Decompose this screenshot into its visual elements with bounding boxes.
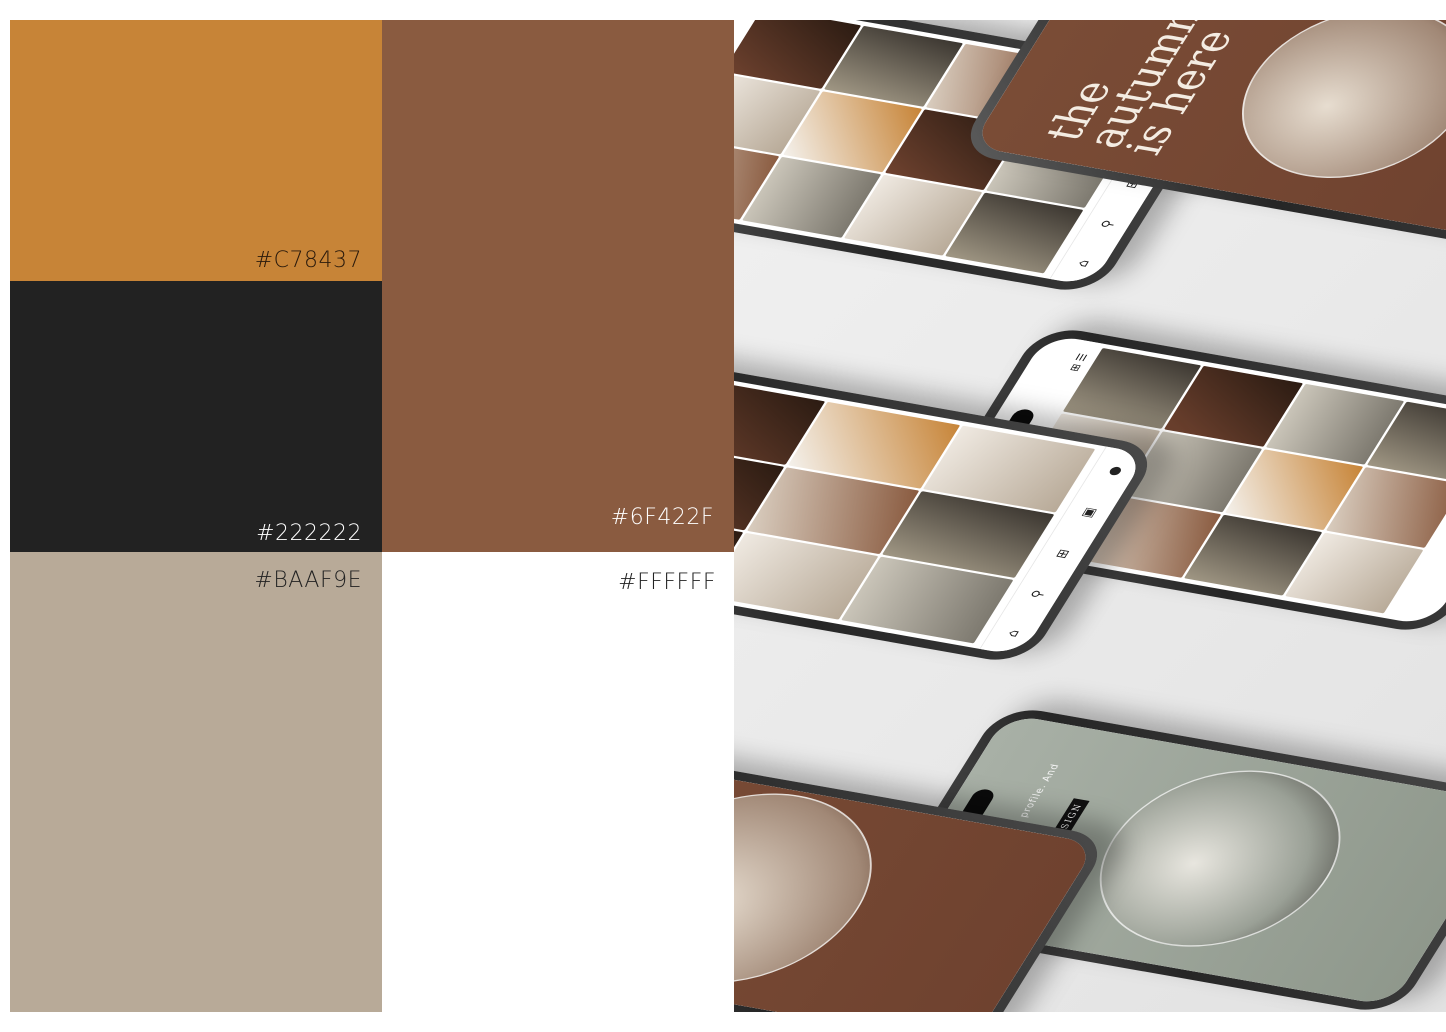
reel-circle-photo xyxy=(734,775,916,1002)
phone-mockups: ⌂ ⚲ ⊞ ▣ ● the autumn is here xyxy=(734,20,1446,1012)
swatch-beige: #BAAF9E xyxy=(10,552,382,1012)
home-icon[interactable]: ⌂ xyxy=(1073,259,1093,268)
home-icon[interactable]: ⌂ xyxy=(1003,629,1023,638)
avatar[interactable]: ● xyxy=(1103,465,1125,477)
swatch-brown: #6F422F xyxy=(382,20,734,552)
story-circle-photo xyxy=(1058,753,1382,964)
swatch-black: #222222 xyxy=(10,281,382,552)
search-icon[interactable]: ⚲ xyxy=(1027,589,1048,600)
swatch-code: #6F422F xyxy=(610,505,714,530)
add-icon[interactable]: ⊞ xyxy=(1052,548,1073,560)
swatch-orange: #C78437 xyxy=(10,20,382,281)
swatch-code: #C78437 xyxy=(254,248,362,273)
story-headline: the autumn is here xyxy=(1034,20,1245,159)
story-circle-photo xyxy=(1202,20,1446,195)
menu-icon[interactable]: ⊞ ☰ xyxy=(1067,352,1090,372)
swatch-white: #FFFFFF xyxy=(382,552,734,1012)
swatch-code: #222222 xyxy=(256,521,362,546)
reels-icon[interactable]: ▣ xyxy=(1077,506,1099,519)
search-icon[interactable]: ⚲ xyxy=(1097,219,1118,230)
color-palette: #C78437 #222222 #6F422F #BAAF9E #FFFFFF xyxy=(10,20,734,1012)
swatch-code: #BAAF9E xyxy=(254,568,362,593)
swatch-code: #FFFFFF xyxy=(618,570,716,595)
